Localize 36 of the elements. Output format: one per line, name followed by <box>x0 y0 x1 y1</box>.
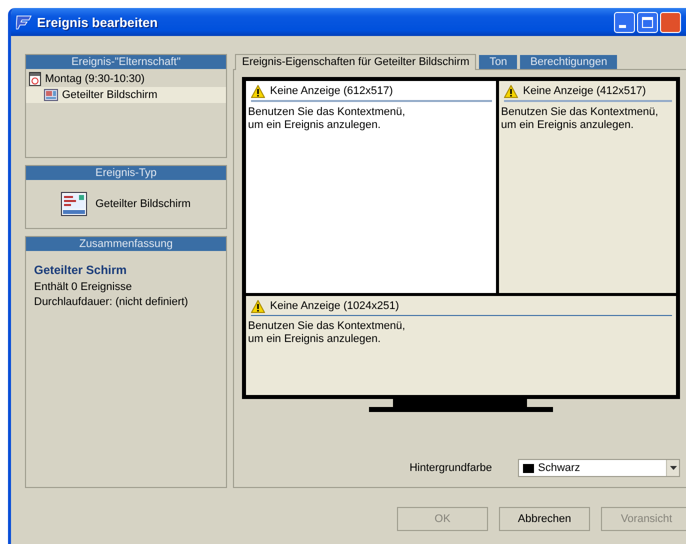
split-screen-icon <box>44 89 58 101</box>
warning-icon <box>504 84 518 98</box>
dropdown-arrow-icon <box>670 466 676 470</box>
text-screen-icon <box>61 192 88 216</box>
tab[interactable]: Berechtigungen <box>520 55 618 69</box>
warning-icon <box>251 300 265 312</box>
tree-item[interactable]: Montag (9:30-10:30) <box>26 71 226 87</box>
screen-pane[interactable]: Keine Anzeige (1024x251) Benutzen Sie das Kontextmenü, um ein Ereignis anzulegen. <box>246 296 676 395</box>
background-color-label: Hintergrundfarbe <box>409 462 492 474</box>
pane-title: Keine Anzeige (1024x251) <box>270 300 400 312</box>
minimize-button[interactable] <box>614 12 635 32</box>
tree-item[interactable]: Geteilter Bildschirm <box>26 87 226 103</box>
summary-title: Geteilter Schirm <box>34 263 128 277</box>
panel-heading: Ereignis-"Elternschaft" <box>26 55 226 69</box>
summary-line: Enthält 0 Ereignisse <box>34 280 133 295</box>
dialog-button[interactable]: Abbrechen <box>499 507 590 531</box>
background-color-dropdown[interactable]: Schwarz <box>518 459 680 477</box>
panel-heading: Ereignis-Typ <box>26 166 226 180</box>
tab[interactable]: Ton <box>479 55 518 69</box>
close-button[interactable] <box>660 12 681 32</box>
maximize-button[interactable] <box>637 12 658 32</box>
pane-title: Keine Anzeige (412x517) <box>523 85 646 97</box>
event-type-label: Geteilter Bildschirm <box>95 198 191 210</box>
window-title: Ereignis bearbeiten <box>37 14 158 30</box>
panel-heading: Zusammenfassung <box>26 237 226 251</box>
summary-line: Durchlaufdauer: (nicht definiert) <box>34 295 190 310</box>
warning-icon <box>251 84 265 98</box>
screen-pane[interactable]: Keine Anzeige (412x517) Benutzen Sie das Kontextmenü, um ein Ereignis anzulegen. <box>499 81 676 293</box>
pane-message: Benutzen Sie das Kontextmenü, um ein Ereignis anzulegen. <box>248 320 406 346</box>
pane-title: Keine Anzeige (612x517) <box>270 85 393 97</box>
calendar-icon <box>29 72 41 86</box>
pane-message: Benutzen Sie das Kontextmenü, um ein Ereignis anzulegen. <box>501 106 660 132</box>
screen-pane[interactable]: Keine Anzeige (612x517) Benutzen Sie das Kontextmenü, um ein Ereignis anzulegen. <box>246 81 496 293</box>
tab[interactable]: Ereignis-Eigenschaften für Geteilter Bildschirm <box>235 54 476 70</box>
pane-message: Benutzen Sie das Kontextmenü, um ein Ereignis anzulegen. <box>248 106 406 132</box>
app-icon <box>16 14 32 30</box>
